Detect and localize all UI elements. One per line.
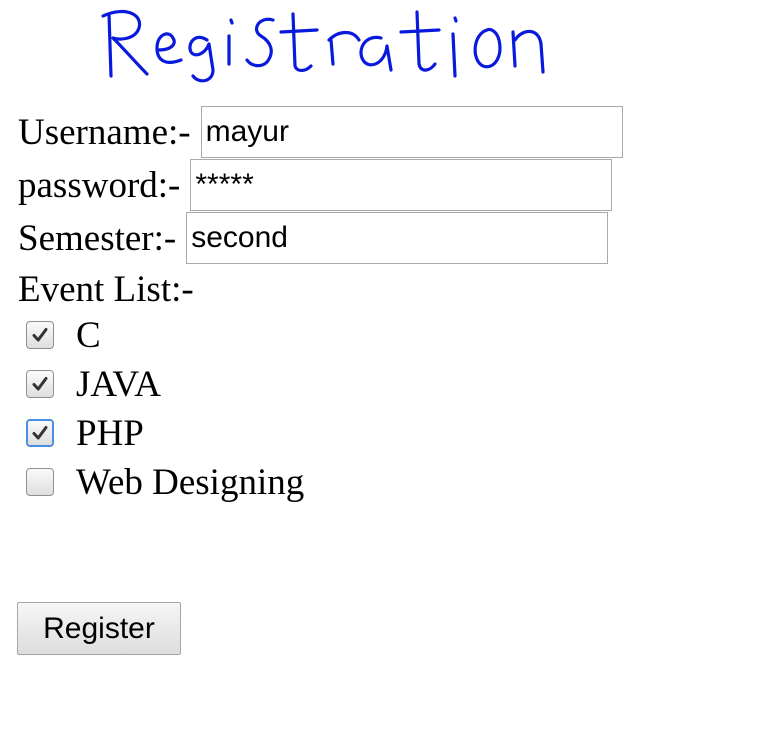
password-input[interactable]: [190, 159, 613, 211]
checkmark-icon: [32, 377, 48, 391]
checkbox-java[interactable]: [26, 370, 54, 398]
checkmark-icon: [32, 426, 48, 440]
username-label: Username:-: [18, 111, 191, 153]
event-label-php: PHP: [76, 412, 144, 454]
event-option-java[interactable]: JAVA: [26, 361, 161, 407]
register-button[interactable]: Register: [17, 602, 181, 655]
checkbox-php[interactable]: [26, 419, 54, 447]
event-option-php[interactable]: PHP: [26, 410, 144, 456]
checkbox-c[interactable]: [26, 321, 54, 349]
event-label-java: JAVA: [76, 363, 162, 405]
event-option-c[interactable]: C: [26, 312, 101, 358]
event-option-web-designing[interactable]: Web Designing: [26, 459, 304, 505]
checkmark-icon: [32, 328, 48, 342]
checkbox-web-designing[interactable]: [26, 468, 54, 496]
semester-input[interactable]: [186, 212, 609, 264]
handwritten-title: [95, 0, 575, 90]
handwritten-title-drawing: [101, 10, 545, 83]
password-label: password:-: [18, 164, 181, 206]
semester-label: Semester:-: [18, 217, 177, 259]
event-label-c: C: [76, 314, 101, 356]
username-input[interactable]: [200, 106, 623, 158]
password-row: password:-: [18, 159, 613, 211]
username-row: Username:-: [18, 106, 623, 158]
event-list-label: Event List:-: [18, 269, 194, 310]
event-label-web-designing: Web Designing: [76, 461, 305, 503]
semester-row: Semester:-: [18, 212, 609, 264]
